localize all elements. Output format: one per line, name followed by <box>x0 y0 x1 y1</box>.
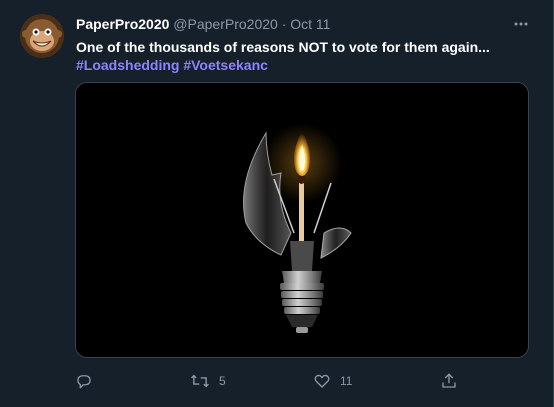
tweet-media-image[interactable] <box>75 82 529 358</box>
tweet-header: PaperPro2020 @PaperPro2020 · Oct 11 <box>76 15 330 33</box>
separator-dot: · <box>281 16 287 32</box>
more-icon <box>514 22 528 26</box>
retweet-count: 5 <box>219 374 226 388</box>
share-icon <box>442 373 456 388</box>
broken-lightbulb-candle-image <box>76 83 528 357</box>
hashtag-voetsekanc[interactable]: #Voetsekanc <box>183 57 268 73</box>
hashtag-loadshedding[interactable]: #Loadshedding <box>76 57 179 73</box>
share-button[interactable] <box>440 370 458 392</box>
tweet-card[interactable]: PaperPro2020 @PaperPro2020 · Oct 11 One … <box>0 0 554 407</box>
author-name[interactable]: PaperPro2020 <box>76 16 169 32</box>
reply-icon <box>77 375 91 389</box>
tweet-text: One of the thousands of reasons NOT to v… <box>76 39 490 55</box>
like-count: 11 <box>340 374 353 388</box>
more-options-button[interactable] <box>510 14 532 34</box>
like-button[interactable]: 11 <box>313 370 352 392</box>
reply-button[interactable] <box>75 370 102 392</box>
tweet-date[interactable]: Oct 11 <box>290 16 330 32</box>
like-icon <box>314 374 330 388</box>
retweet-icon <box>191 374 209 388</box>
retweet-button[interactable]: 5 <box>190 370 226 392</box>
avatar[interactable] <box>20 14 64 58</box>
monkey-avatar-icon <box>20 14 64 58</box>
author-handle[interactable]: @PaperPro2020 <box>173 16 278 32</box>
hashtag-line: #Loadshedding #Voetsekanc <box>76 56 268 74</box>
tweet-actions: 5 11 <box>0 366 554 396</box>
